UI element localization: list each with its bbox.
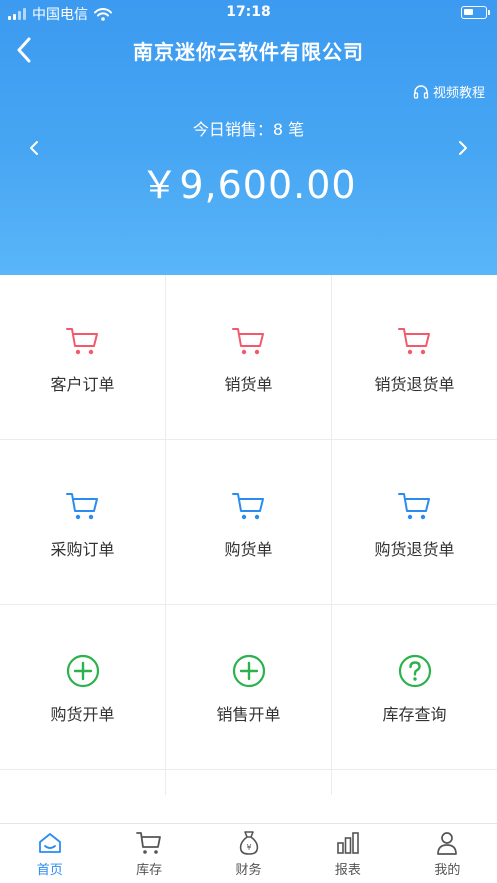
grid-item-partial bbox=[0, 770, 166, 795]
status-time: 17:18 bbox=[226, 4, 271, 20]
grid-item-purchase-order[interactable]: 采购订单 bbox=[0, 440, 166, 605]
user-icon bbox=[434, 830, 460, 856]
tab-label: 财务 bbox=[235, 863, 262, 878]
tab-label: 我的 bbox=[434, 863, 461, 878]
tab-bar: 首页 库存 ¥ 财务 报表 我的 bbox=[0, 823, 497, 883]
tab-reports[interactable]: 报表 bbox=[298, 824, 397, 883]
grid-item-label: 销售开单 bbox=[216, 705, 281, 724]
cart-icon bbox=[397, 323, 433, 359]
cart-icon bbox=[397, 488, 433, 524]
cart-icon bbox=[65, 488, 101, 524]
video-link-label: 视频教程 bbox=[432, 86, 485, 101]
grid-item-new-sale[interactable]: 销售开单 bbox=[166, 605, 332, 770]
grid-item-purchase-slip[interactable]: 购货单 bbox=[166, 440, 332, 605]
grid-item-sales-slip[interactable]: 销货单 bbox=[166, 275, 332, 440]
grid-item-label: 购货开单 bbox=[50, 705, 115, 724]
cart-icon bbox=[231, 323, 267, 359]
cart-icon bbox=[231, 488, 267, 524]
grid-item-purchase-return[interactable]: 购货退货单 bbox=[332, 440, 497, 605]
tab-home[interactable]: 首页 bbox=[0, 824, 99, 883]
grid-item-label: 销货单 bbox=[224, 375, 273, 394]
grid-item-stock-query[interactable]: 库存查询 bbox=[332, 605, 497, 770]
cart-icon bbox=[136, 830, 162, 856]
chevron-left-icon bbox=[17, 37, 31, 63]
grid-item-new-purchase[interactable]: 购货开单 bbox=[0, 605, 166, 770]
tab-label: 首页 bbox=[36, 863, 63, 878]
plus-circle-icon bbox=[231, 653, 267, 689]
grid-item-label: 购货退货单 bbox=[374, 540, 455, 559]
grid-item-sales-return[interactable]: 销货退货单 bbox=[332, 275, 497, 440]
cart-icon bbox=[65, 323, 101, 359]
home-icon bbox=[37, 830, 63, 856]
tab-mine[interactable]: 我的 bbox=[398, 824, 497, 883]
bar-chart-icon bbox=[335, 830, 361, 856]
nav-bar: 南京迷你云软件有限公司 bbox=[0, 30, 497, 70]
sales-count: 今日销售：8 笔 bbox=[192, 120, 305, 139]
battery-icon bbox=[461, 6, 490, 19]
svg-text:¥: ¥ bbox=[246, 843, 251, 852]
grid-item-label: 采购订单 bbox=[50, 540, 115, 559]
grid-item-label: 库存查询 bbox=[382, 705, 447, 724]
page-title: 南京迷你云软件有限公司 bbox=[133, 40, 364, 64]
plus-circle-icon bbox=[65, 653, 101, 689]
header: 中国电信 17:18 南京迷你云软件有限公司 视频教程 今日销售：8 笔 ￥9,… bbox=[0, 0, 497, 275]
money-bag-icon: ¥ bbox=[236, 830, 262, 856]
status-bar: 中国电信 17:18 bbox=[0, 0, 497, 26]
grid-item-partial bbox=[166, 770, 332, 795]
tab-label: 报表 bbox=[334, 863, 361, 878]
grid-item-label: 购货单 bbox=[224, 540, 273, 559]
tab-finance[interactable]: ¥ 财务 bbox=[199, 824, 298, 883]
tab-label: 库存 bbox=[136, 863, 163, 878]
grid-item-customer-order[interactable]: 客户订单 bbox=[0, 275, 166, 440]
function-grid: 客户订单 销货单 销货退货单 采购订单 购货单 购货退货单 购货开单 销售开单 … bbox=[0, 275, 497, 795]
video-tutorial-link[interactable]: 视频教程 bbox=[413, 82, 485, 101]
grid-item-label: 客户订单 bbox=[50, 375, 115, 394]
grid-item-label: 销货退货单 bbox=[374, 375, 455, 394]
question-circle-icon bbox=[397, 653, 433, 689]
sales-amount: ￥9,600.00 bbox=[140, 163, 357, 207]
tab-inventory[interactable]: 库存 bbox=[99, 824, 198, 883]
back-button[interactable] bbox=[6, 32, 42, 68]
headset-icon bbox=[413, 84, 429, 99]
